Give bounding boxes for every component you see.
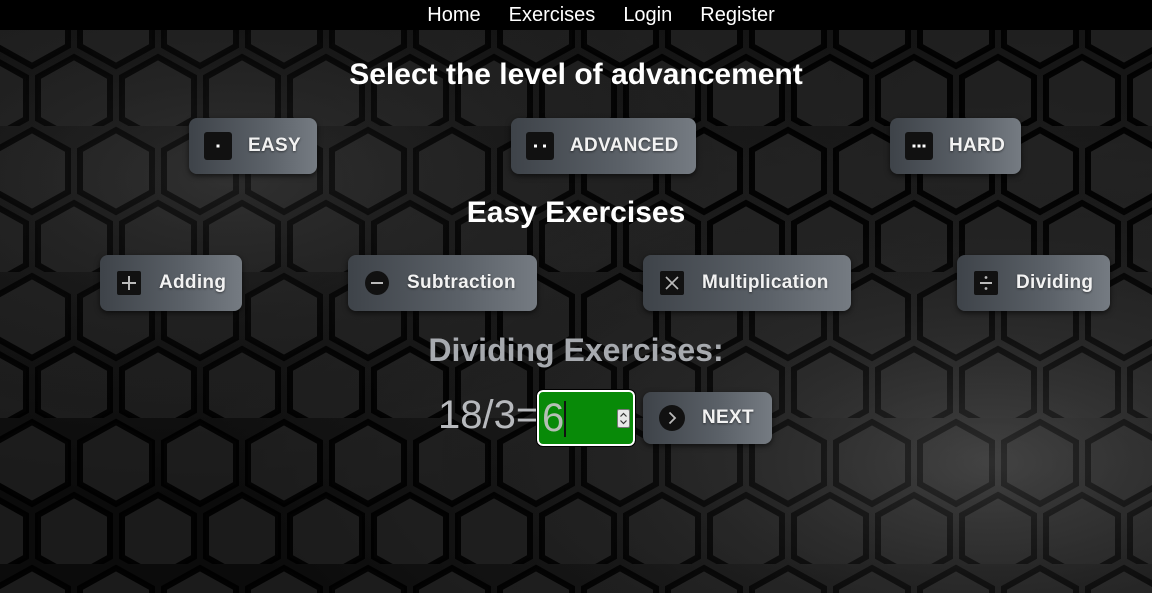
nav-links: Home Exercises Login Register [413,1,788,29]
equation-text: 18/3= [438,393,540,437]
answer-input[interactable] [539,392,616,444]
number-spinner-icon[interactable] [617,409,630,428]
dividing-label: Dividing [1016,272,1094,293]
task-heading: Dividing Exercises: [428,332,724,368]
nav-home-link[interactable]: Home [413,1,494,29]
top-navbar: Home Exercises Login Register [0,0,1152,30]
hard-level-label: HARD [949,135,1006,156]
next-label: NEXT [702,407,754,428]
level-heading: Select the level of advancement [349,58,803,91]
divide-icon [972,269,1000,297]
advanced-level-button[interactable]: ADVANCED [511,118,696,174]
multiplication-label: Multiplication [702,272,829,293]
dividing-button[interactable]: Dividing [957,255,1110,311]
subtraction-label: Subtraction [407,272,516,293]
three-dots-icon [905,132,933,160]
two-dots-icon [526,132,554,160]
minus-icon [363,269,391,297]
multiplication-button[interactable]: Multiplication [643,255,851,311]
nav-exercises-link[interactable]: Exercises [495,1,610,29]
advanced-level-label: ADVANCED [570,135,679,156]
easy-level-label: EASY [248,135,301,156]
adding-button[interactable]: Adding [100,255,242,311]
text-caret [564,401,566,437]
adding-label: Adding [159,272,227,293]
one-dot-icon [204,132,232,160]
subtraction-button[interactable]: Subtraction [348,255,537,311]
nav-register-link[interactable]: Register [686,1,788,29]
hard-level-button[interactable]: HARD [890,118,1021,174]
easy-level-button[interactable]: EASY [189,118,317,174]
page: Home Exercises Login Register Select the… [0,0,1152,593]
nav-login-link[interactable]: Login [609,1,686,29]
chevron-right-icon [658,404,686,432]
answer-field[interactable] [536,389,636,447]
next-button[interactable]: NEXT [643,392,772,444]
multiply-icon [658,269,686,297]
exercises-heading: Easy Exercises [466,196,686,229]
plus-icon [115,269,143,297]
